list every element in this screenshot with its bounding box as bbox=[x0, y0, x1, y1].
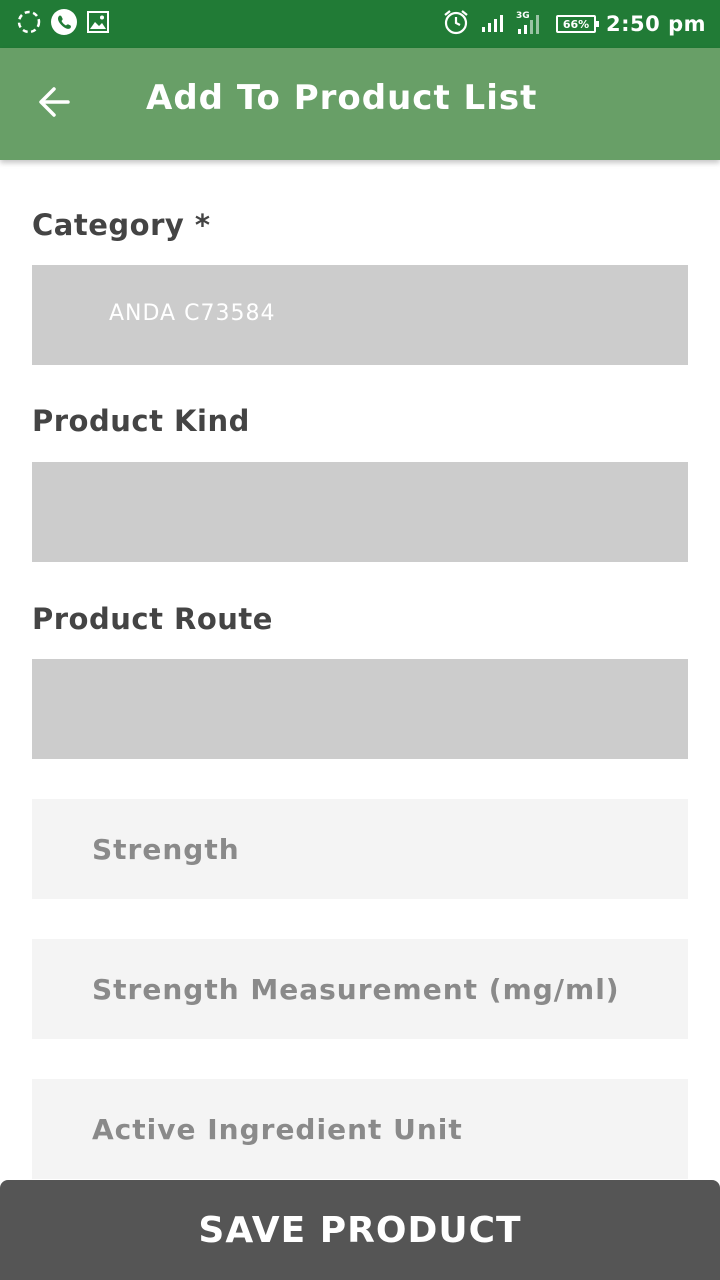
strength-input[interactable] bbox=[32, 799, 688, 899]
save-product-button[interactable]: SAVE PRODUCT bbox=[0, 1180, 720, 1280]
status-right-icons: 3G 66% 2:50 pm bbox=[442, 8, 706, 40]
product-route-label: Product Route bbox=[32, 602, 273, 636]
arrow-back-icon bbox=[36, 84, 72, 124]
status-time: 2:50 pm bbox=[606, 12, 706, 36]
battery-icon: 66% bbox=[556, 15, 600, 33]
category-value: ANDA C73584 bbox=[109, 301, 276, 326]
app-bar: Add To Product List bbox=[0, 48, 720, 160]
product-route-select[interactable] bbox=[32, 659, 688, 759]
back-button[interactable] bbox=[22, 72, 86, 136]
network-signal-icon: 3G bbox=[516, 8, 546, 40]
page-title: Add To Product List bbox=[146, 78, 538, 118]
network-type-label: 3G bbox=[516, 11, 530, 21]
save-product-label: SAVE PRODUCT bbox=[198, 1209, 522, 1251]
product-kind-select[interactable] bbox=[32, 462, 688, 562]
active-ingredient-unit-input[interactable] bbox=[32, 1079, 688, 1179]
gallery-icon bbox=[86, 10, 110, 38]
signal-icon bbox=[480, 10, 506, 38]
active-ingredient-unit-field-container bbox=[32, 1079, 688, 1179]
strength-field-container bbox=[32, 799, 688, 899]
whatsapp-icon bbox=[50, 8, 78, 40]
strength-measurement-input[interactable] bbox=[32, 939, 688, 1039]
status-left-icons bbox=[16, 8, 110, 40]
category-label: Category * bbox=[32, 208, 211, 242]
product-kind-label: Product Kind bbox=[32, 404, 250, 438]
strength-measurement-field-container bbox=[32, 939, 688, 1039]
status-bar: 3G 66% 2:50 pm bbox=[0, 0, 720, 48]
category-select[interactable]: ANDA C73584 bbox=[32, 265, 688, 365]
sync-icon bbox=[16, 9, 42, 39]
alarm-icon bbox=[442, 8, 470, 40]
battery-level: 66% bbox=[562, 17, 590, 31]
